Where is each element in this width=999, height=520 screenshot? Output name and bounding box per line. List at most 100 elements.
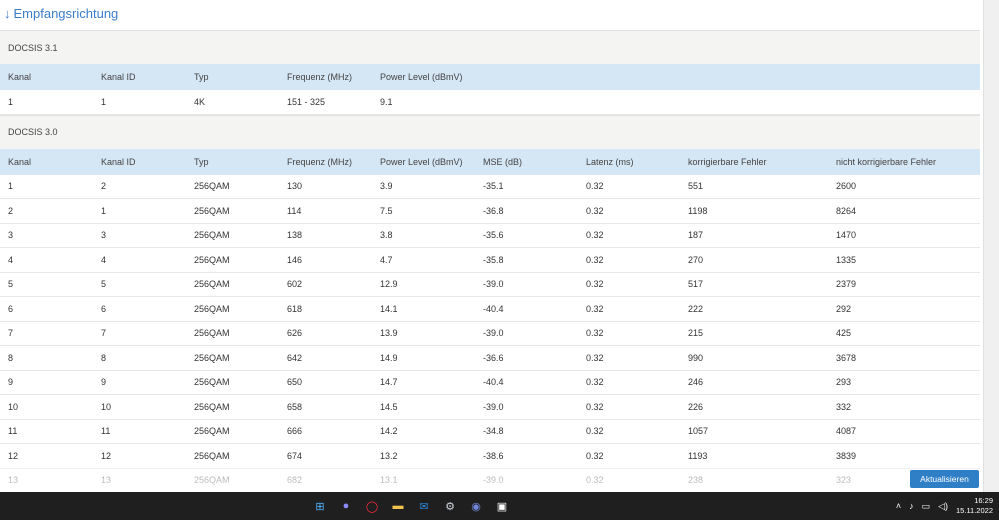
docsis30-group-label: DOCSIS 3.0 [0, 114, 980, 149]
table-cell: 270 [688, 254, 704, 265]
folder-icon[interactable]: ▬ [388, 496, 408, 516]
docsis31-header-row: Kanal Kanal ID Typ Frequenz (MHz) Power Leve… [0, 64, 980, 90]
table-cell: 658 [287, 401, 303, 412]
volume-icon[interactable]: ◁) [938, 501, 948, 512]
table-cell: 14.2 [380, 426, 398, 437]
table-cell: 682 [287, 475, 303, 486]
table-cell: -39.0 [483, 475, 504, 486]
table-cell: 4.7 [380, 254, 393, 265]
opera-icon[interactable]: ◯ [362, 496, 382, 516]
refresh-button[interactable]: Aktualisieren [910, 470, 979, 488]
microphone-icon[interactable]: ♪ [909, 501, 914, 511]
table-cell: -36.8 [483, 205, 504, 216]
network-icon[interactable]: ▭ [922, 501, 931, 512]
table-cell: 3 [8, 230, 14, 241]
table-cell: 3839 [836, 450, 857, 461]
table-row: 5 5 256QAM 602 12.9 -39.0 0.32 517 2379 [0, 272, 980, 297]
column-header: Frequenz (MHz) [287, 156, 353, 167]
table-cell: 14.1 [380, 303, 398, 314]
section-title: ↓ Empfangsrichtung [4, 4, 118, 22]
column-header: Typ [194, 156, 209, 167]
table-cell: 0.32 [586, 450, 604, 461]
table-cell: 256QAM [194, 303, 230, 314]
table-cell: 3 [101, 230, 107, 241]
table-cell: 642 [287, 352, 303, 363]
table-row: 10 10 256QAM 658 14.5 -39.0 0.32 226 332 [0, 395, 980, 420]
table-cell: 14.9 [380, 352, 398, 363]
app-window-icon[interactable]: ▣ [492, 496, 512, 516]
table-row: 4 4 256QAM 146 4.7 -35.8 0.32 270 1335 [0, 248, 980, 273]
table-cell: -39.0 [483, 279, 504, 290]
table-cell: -38.6 [483, 450, 504, 461]
taskbar-apps: ⊞ ● ◯ ▬ ✉ ⚙ ◉ ▣ [310, 496, 512, 516]
table-cell: 0.32 [586, 475, 604, 486]
table-cell: 1 [101, 96, 107, 107]
table-cell: 0.32 [586, 426, 604, 437]
chat-icon[interactable]: ● [336, 496, 356, 516]
chevron-up-icon[interactable]: ˄ [896, 501, 901, 511]
table-cell: 256QAM [194, 279, 230, 290]
table-cell: 0.32 [586, 352, 604, 363]
table-cell: 13 [8, 475, 19, 486]
table-cell: -36.6 [483, 352, 504, 363]
table-cell: 3.8 [380, 230, 393, 241]
column-header: Kanal [8, 72, 32, 82]
table-cell: 4087 [836, 426, 857, 437]
clock[interactable]: 16:29 15.11.2022 [956, 496, 993, 516]
table-cell: -39.0 [483, 328, 504, 339]
table-cell: 256QAM [194, 475, 230, 486]
discord-icon[interactable]: ◉ [466, 496, 486, 516]
table-cell: 8264 [836, 205, 857, 216]
vertical-scrollbar[interactable] [983, 0, 999, 492]
table-cell: 0.32 [586, 377, 604, 388]
section-title-text: Empfangsrichtung [13, 5, 119, 21]
clock-date: 15.11.2022 [956, 506, 993, 515]
table-cell: 114 [287, 205, 302, 216]
table-cell: 1193 [688, 450, 708, 461]
column-header: Kanal ID [101, 72, 136, 82]
table-row: 1 1 4K 151 - 325 9.1 [0, 90, 980, 115]
table-cell: 130 [287, 181, 303, 192]
table-cell: 332 [836, 401, 852, 412]
table-cell: -35.1 [483, 181, 504, 192]
table-cell: 5 [101, 279, 107, 290]
steam-icon[interactable]: ⚙ [440, 496, 460, 516]
docsis30-header-row: Kanal Kanal ID Typ Frequenz (MHz) Power Leve… [0, 148, 980, 175]
channel-tables: DOCSIS 3.1 Kanal Kanal ID Typ Frequenz (MHz)… [0, 30, 980, 492]
outlook-icon[interactable]: ✉ [414, 496, 434, 516]
table-cell: 7.5 [380, 205, 393, 216]
table-cell: 674 [287, 450, 303, 461]
table-cell: 1198 [688, 205, 708, 216]
table-cell: 6 [101, 303, 107, 314]
table-row: 13 13 256QAM 682 13.1 -39.0 0.32 238 323 [0, 468, 980, 492]
table-cell: 517 [688, 279, 704, 290]
table-cell: 238 [688, 475, 704, 486]
table-cell: 666 [287, 426, 303, 437]
table-cell: 0.32 [586, 401, 604, 412]
table-cell: 138 [287, 230, 303, 241]
table-cell: -40.4 [483, 303, 504, 314]
table-cell: 323 [836, 475, 852, 486]
table-cell: 551 [688, 181, 704, 192]
column-header: nicht korrigierbare Fehler [836, 156, 937, 167]
table-cell: 4K [194, 96, 206, 107]
table-cell: 256QAM [194, 377, 230, 388]
table-cell: 2379 [836, 279, 857, 290]
table-cell: 256QAM [194, 230, 230, 241]
column-header: Typ [194, 72, 209, 82]
table-cell: 246 [688, 377, 704, 388]
table-cell: 626 [287, 328, 303, 339]
table-cell: 10 [8, 401, 19, 412]
table-row: 12 12 256QAM 674 13.2 -38.6 0.32 1193 3839 [0, 444, 980, 469]
column-header: Kanal ID [101, 156, 136, 167]
table-cell: 1 [8, 181, 14, 192]
table-cell: 7 [8, 328, 14, 339]
table-cell: 293 [836, 377, 852, 388]
table-cell: 0.32 [586, 254, 604, 265]
clock-time: 16:29 [974, 496, 993, 505]
router-page: ↓ Empfangsrichtung DOCSIS 3.1 Kanal Kanal … [0, 0, 983, 492]
windows-start-icon[interactable]: ⊞ [310, 496, 330, 516]
table-cell: 1335 [836, 254, 857, 265]
table-cell: 0.32 [586, 230, 604, 241]
table-cell: 1470 [836, 230, 857, 241]
